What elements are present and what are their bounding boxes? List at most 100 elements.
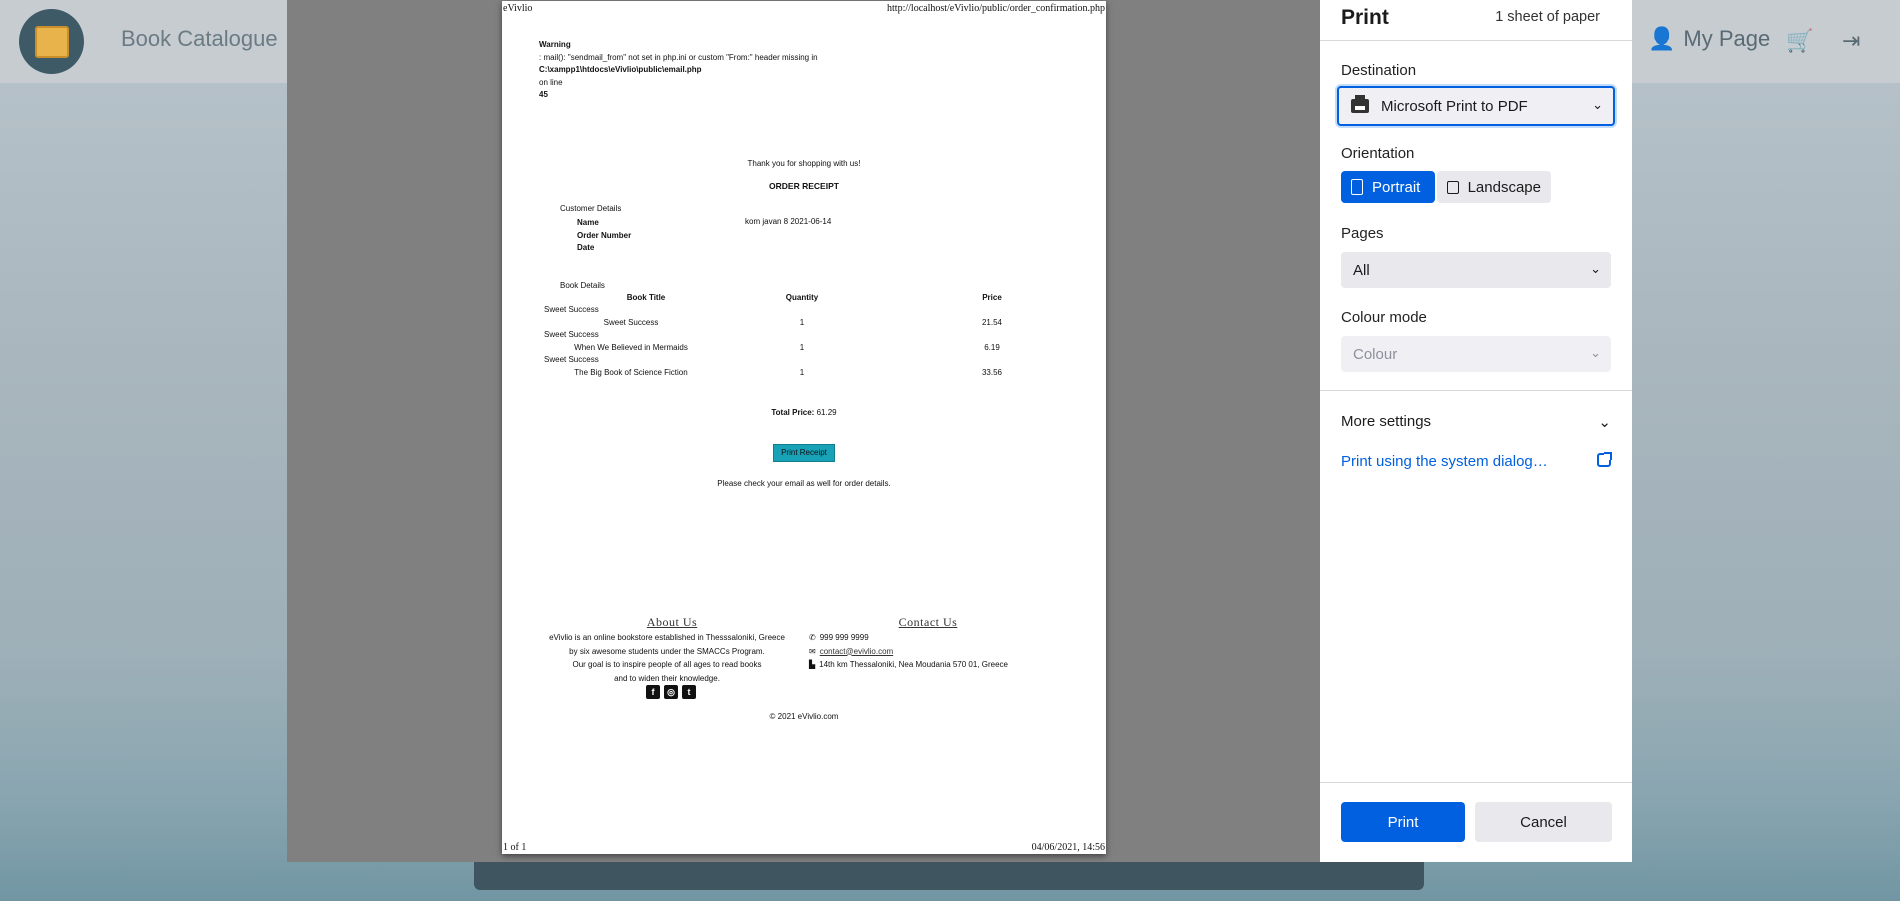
portrait-label: Portrait	[1372, 178, 1421, 196]
my-page-label: My Page	[1683, 26, 1771, 51]
more-settings-label: More settings	[1341, 413, 1432, 430]
background-footer-bar	[474, 862, 1424, 890]
customer-labels: Name Order Number Date	[577, 217, 631, 255]
row-quantity: 1	[799, 343, 805, 352]
site-logo[interactable]	[19, 9, 84, 74]
print-button[interactable]: Print	[1341, 802, 1465, 842]
chevron-down-icon: ⌄	[1590, 261, 1601, 276]
my-page-link[interactable]: 👤 My Page	[1648, 26, 1770, 52]
customer-label-date: Date	[577, 243, 595, 252]
about-line: by six awesome students under the SMACCs…	[569, 646, 765, 656]
total-price-value: 61.29	[814, 408, 837, 417]
printer-icon	[1351, 95, 1369, 113]
customer-details-title: Customer Details	[560, 204, 622, 213]
page-footer-date: 04/06/2021, 14:56	[1031, 842, 1105, 853]
facebook-icon: f	[646, 685, 660, 699]
cancel-button[interactable]: Cancel	[1475, 802, 1612, 842]
system-dialog-link[interactable]: Print using the system dialog…	[1341, 452, 1612, 470]
twitter-icon: t	[682, 685, 696, 699]
row-price: 33.56	[981, 368, 1003, 377]
system-dialog-label: Print using the system dialog…	[1341, 453, 1548, 470]
destination-value: Microsoft Print to PDF	[1381, 97, 1528, 115]
total-price-label: Total Price:	[771, 408, 815, 417]
about-line: and to widen their knowledge.	[614, 673, 720, 683]
contact-email: contact@evivlio.com	[819, 646, 894, 656]
colour-mode-label: Colour mode	[1341, 309, 1427, 326]
receipt-title: ORDER RECEIPT	[769, 181, 839, 191]
divider	[1320, 390, 1632, 391]
landscape-label: Landscape	[1467, 178, 1541, 196]
chevron-down-icon: ⌄	[1592, 97, 1603, 112]
chevron-down-icon: ⌄	[1590, 345, 1601, 360]
colour-mode-select[interactable]: Colour ⌄	[1341, 336, 1611, 372]
landscape-button[interactable]: Landscape	[1437, 171, 1551, 203]
envelope-icon: ✉	[809, 646, 816, 656]
contact-address: 14th km Thessaloniki, Nea Moudania 570 0…	[819, 660, 1009, 669]
chevron-down-icon: ⌄	[1598, 414, 1611, 431]
cart-icon[interactable]: 🛒	[1786, 28, 1813, 54]
about-line: Our goal is to inspire people of all age…	[572, 660, 762, 669]
orientation-label: Orientation	[1341, 145, 1415, 162]
row-book-title: The Big Book of Science Fiction	[574, 368, 688, 377]
customer-label-name: Name	[577, 218, 599, 227]
print-preview-page: eVivlio http://localhost/eVivlio/public/…	[502, 1, 1106, 854]
row-price: 21.54	[981, 318, 1003, 327]
brand-link[interactable]: Book Catalogue	[121, 26, 278, 52]
warning-path: C:\xampp1\htdocs\eVivlio\public\email.ph…	[539, 65, 702, 74]
warning-online: on line	[539, 77, 563, 87]
sheet-count: 1 sheet of paper	[1495, 9, 1600, 25]
pages-label: Pages	[1341, 225, 1384, 242]
row-quantity: 1	[799, 368, 805, 377]
page-header-url: http://localhost/eVivlio/public/order_co…	[887, 3, 1105, 14]
divider	[1320, 40, 1632, 41]
thank-you-message: Thank you for shopping with us!	[747, 159, 861, 168]
user-icon: 👤	[1648, 26, 1676, 51]
pages-select[interactable]: All ⌄	[1341, 252, 1611, 288]
row-book-title: Sweet Success	[603, 318, 659, 327]
row-quantity: 1	[799, 318, 805, 327]
page-footer-count: 1 of 1	[503, 842, 527, 853]
copyright: © 2021 eVivlio.com	[769, 712, 839, 721]
customer-value: kom javan 8 2021-06-14	[745, 217, 832, 226]
portrait-button[interactable]: Portrait	[1341, 171, 1435, 203]
row-book-title: When We Believed in Mermaids	[574, 343, 688, 352]
logout-icon[interactable]: ⇥	[1842, 28, 1860, 54]
warning-title: Warning	[539, 40, 571, 49]
instagram-icon: ◎	[664, 685, 678, 699]
book-logo-icon	[34, 25, 69, 58]
contact-phone: 999 999 9999	[819, 633, 869, 642]
row-category: Sweet Success	[544, 355, 599, 364]
destination-select[interactable]: Microsoft Print to PDF ⌄	[1337, 86, 1615, 126]
column-header-quantity: Quantity	[785, 293, 819, 302]
print-title: Print	[1341, 6, 1389, 29]
php-warning: Warning : mail(): "sendmail_from" not se…	[539, 39, 818, 102]
column-header-book-title: Book Title	[626, 293, 666, 302]
building-icon: ▙	[809, 660, 816, 669]
contact-list: ✆ 999 999 9999 ✉ contact@evivlio.com ▙ 14th…	[809, 631, 1008, 672]
page-header-title: eVivlio	[503, 3, 533, 14]
more-settings-toggle[interactable]: More settings ⌄	[1341, 413, 1611, 431]
divider	[1320, 782, 1632, 783]
landscape-icon	[1447, 180, 1459, 194]
email-note: Please check your email as well for orde…	[717, 479, 891, 488]
warning-line-number: 45	[539, 90, 548, 99]
about-line: eVivlio is an online bookstore establish…	[549, 633, 785, 642]
print-settings-panel: Print 1 sheet of paper Destination Micro…	[1320, 0, 1632, 862]
destination-label: Destination	[1341, 62, 1417, 79]
colour-mode-value: Colour	[1353, 345, 1398, 363]
external-link-icon	[1597, 452, 1612, 467]
row-category: Sweet Success	[544, 305, 599, 314]
customer-label-order-number: Order Number	[577, 230, 632, 240]
column-header-price: Price	[982, 293, 1002, 302]
row-price: 6.19	[984, 343, 1000, 352]
contact-us-heading: Contact Us	[898, 615, 958, 629]
phone-icon: ✆	[809, 633, 816, 642]
print-receipt-button: Print Receipt	[773, 444, 835, 462]
pages-value: All	[1353, 261, 1370, 279]
row-category: Sweet Success	[544, 330, 599, 339]
portrait-icon	[1351, 179, 1363, 195]
social-icons: f ◎ t	[646, 685, 696, 699]
about-us-heading: About Us	[646, 615, 698, 629]
warning-message: : mail(): "sendmail_from" not set in php…	[539, 52, 818, 62]
book-details-title: Book Details	[560, 281, 605, 290]
